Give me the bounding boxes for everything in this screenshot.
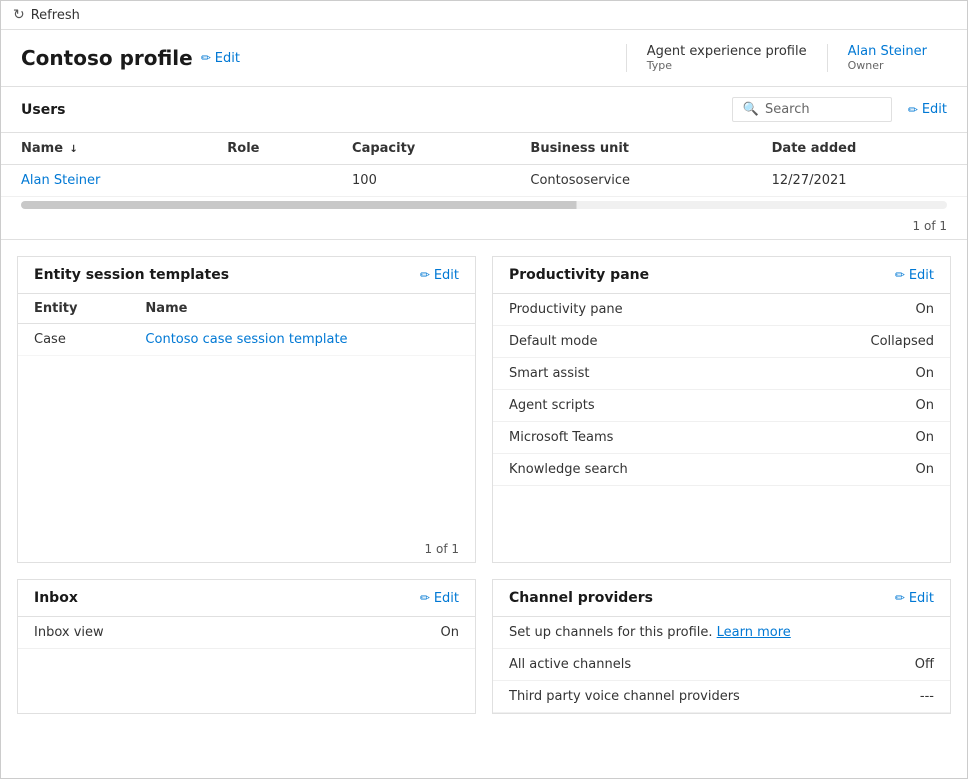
col-date-added: Date added: [752, 133, 967, 165]
col-role: Role: [207, 133, 332, 165]
settings-row-1: Default mode Collapsed: [493, 326, 950, 358]
pencil-icon: ✏: [201, 51, 211, 65]
channel-providers-description: Set up channels for this profile. Learn …: [493, 617, 950, 649]
col-business-unit: Business unit: [510, 133, 751, 165]
channel-providers-header: Channel providers ✏ Edit: [493, 580, 950, 617]
learn-more-link[interactable]: Learn more: [717, 625, 791, 640]
table-row: Alan Steiner 100 Contososervice 12/27/20…: [1, 165, 967, 197]
meta-type: Agent experience profile Type: [626, 44, 827, 72]
entity-session-table: Entity Name Case Contoso case session te…: [18, 294, 475, 356]
users-edit-label: Edit: [922, 102, 947, 117]
users-section-actions: 🔍 Search ✏ Edit: [732, 97, 947, 122]
meta-type-value: Agent experience profile: [647, 44, 807, 59]
productivity-pane-title: Productivity pane: [509, 267, 649, 283]
entity-cell: Case: [18, 324, 129, 356]
users-search-label: Search: [765, 102, 810, 117]
user-business-unit-cell: Contososervice: [510, 165, 751, 197]
settings-row-5: Knowledge search On: [493, 454, 950, 486]
entity-session-header-row: Entity Name: [18, 294, 475, 324]
settings-row-4: Microsoft Teams On: [493, 422, 950, 454]
productivity-pane-edit-button[interactable]: ✏ Edit: [895, 268, 934, 283]
meta-owner-label: Owner: [848, 59, 927, 72]
entity-session-edit-button[interactable]: ✏ Edit: [420, 268, 459, 283]
sort-icon: ↓: [70, 144, 78, 155]
settings-row-2: Smart assist On: [493, 358, 950, 390]
col-name: Name ↓: [1, 133, 207, 165]
entity-session-edit-label: Edit: [434, 268, 459, 283]
header-section: Contoso profile ✏ Edit Agent experience …: [1, 30, 967, 87]
users-search-box[interactable]: 🔍 Search: [732, 97, 892, 122]
channel-row-0: All active channels Off: [493, 649, 950, 681]
entity-session-header: Entity session templates ✏ Edit: [18, 257, 475, 294]
channel-providers-edit-label: Edit: [909, 591, 934, 606]
productivity-pane-edit-label: Edit: [909, 268, 934, 283]
inbox-row-0: Inbox view On: [18, 617, 475, 649]
inbox-title: Inbox: [34, 590, 78, 606]
horizontal-scrollbar[interactable]: [21, 201, 947, 209]
user-date-added-cell: 12/27/2021: [752, 165, 967, 197]
entity-session-title: Entity session templates: [34, 267, 229, 283]
productivity-pane-rows: Productivity pane On Default mode Collap…: [493, 294, 950, 486]
meta-owner: Alan Steiner Owner: [827, 44, 947, 72]
user-role-cell: [207, 165, 332, 197]
entity-session-empty-space: [18, 356, 475, 536]
inbox-edit-label: Edit: [434, 591, 459, 606]
search-icon: 🔍: [743, 102, 759, 117]
user-capacity-cell: 100: [332, 165, 510, 197]
header-left: Contoso profile ✏ Edit: [21, 44, 240, 72]
inbox-header: Inbox ✏ Edit: [18, 580, 475, 617]
users-section: Users 🔍 Search ✏ Edit Name ↓ Role Capaci…: [1, 87, 967, 240]
refresh-button[interactable]: ↻ Refresh: [13, 7, 80, 23]
entity-session-card: Entity session templates ✏ Edit Entity N…: [17, 256, 476, 563]
channel-providers-title: Channel providers: [509, 590, 653, 606]
pencil-icon-channel: ✏: [895, 591, 905, 605]
refresh-icon: ↻: [13, 7, 25, 23]
settings-row-3: Agent scripts On: [493, 390, 950, 422]
refresh-label: Refresh: [31, 8, 80, 23]
top-bar: ↻ Refresh: [1, 1, 967, 30]
users-section-header: Users 🔍 Search ✏ Edit: [1, 87, 967, 133]
settings-row-0: Productivity pane On: [493, 294, 950, 326]
col-name: Name: [129, 294, 475, 324]
inbox-edit-button[interactable]: ✏ Edit: [420, 591, 459, 606]
productivity-pane-header: Productivity pane ✏ Edit: [493, 257, 950, 294]
two-col-section: Entity session templates ✏ Edit Entity N…: [1, 240, 967, 730]
header-meta: Agent experience profile Type Alan Stein…: [626, 44, 947, 72]
channel-providers-edit-button[interactable]: ✏ Edit: [895, 591, 934, 606]
user-name-cell[interactable]: Alan Steiner: [1, 165, 207, 197]
meta-type-label: Type: [647, 59, 807, 72]
users-section-title: Users: [21, 102, 65, 118]
channel-row-1: Third party voice channel providers ---: [493, 681, 950, 713]
header-edit-label: Edit: [215, 51, 240, 66]
entity-session-pagination: 1 of 1: [18, 536, 475, 562]
page-title: Contoso profile: [21, 46, 193, 70]
productivity-pane-card: Productivity pane ✏ Edit Productivity pa…: [492, 256, 951, 563]
pencil-icon-prod: ✏: [895, 268, 905, 282]
pencil-icon-users: ✏: [908, 103, 918, 117]
channel-providers-card: Channel providers ✏ Edit Set up channels…: [492, 579, 951, 714]
users-table-header-row: Name ↓ Role Capacity Business unit Date …: [1, 133, 967, 165]
col-entity: Entity: [18, 294, 129, 324]
users-table: Name ↓ Role Capacity Business unit Date …: [1, 133, 967, 197]
entity-name-cell[interactable]: Contoso case session template: [129, 324, 475, 356]
header-edit-button[interactable]: ✏ Edit: [201, 51, 240, 66]
table-row: Case Contoso case session template: [18, 324, 475, 356]
users-edit-button[interactable]: ✏ Edit: [908, 102, 947, 117]
inbox-card: Inbox ✏ Edit Inbox view On: [17, 579, 476, 714]
col-capacity: Capacity: [332, 133, 510, 165]
pencil-icon-inbox: ✏: [420, 591, 430, 605]
meta-owner-value: Alan Steiner: [848, 44, 927, 59]
users-pagination: 1 of 1: [1, 213, 967, 239]
pencil-icon-entity: ✏: [420, 268, 430, 282]
